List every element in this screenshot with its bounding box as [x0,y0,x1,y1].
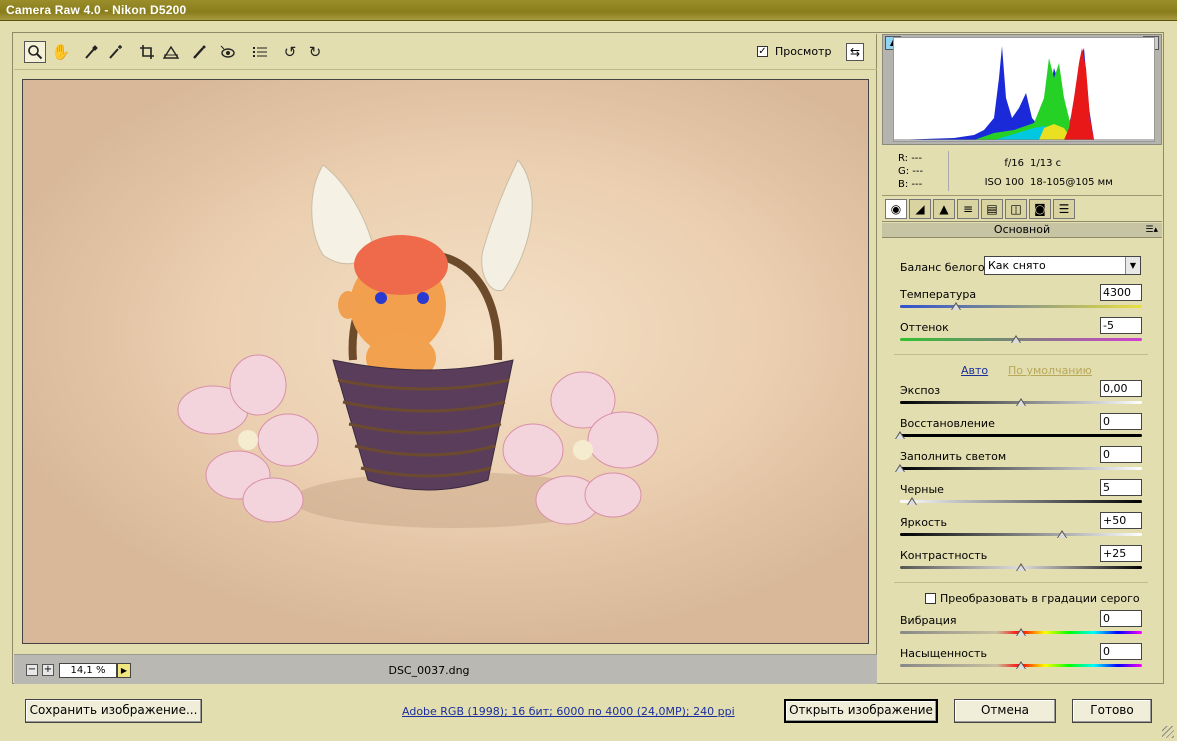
recovery-slider[interactable] [900,434,1142,437]
brightness-slider[interactable] [900,533,1142,536]
zoom-icon[interactable] [24,41,46,63]
filename-label: DSC_0037.dng [388,664,470,677]
resize-grip-icon[interactable] [1162,726,1174,738]
fill-light-thumb[interactable] [895,464,905,472]
saturation-thumb[interactable] [1016,661,1026,669]
contrast-thumb[interactable] [1016,563,1026,571]
rotate-right-icon[interactable]: ↻ [304,41,326,63]
toolbar: ✋ ↺ ↻ ✓ Просмотр ⇆ [14,34,877,70]
default-link[interactable]: По умолчанию [1008,364,1092,377]
preview-status-bar: − + 14,1 % ▶ DSC_0037.dng [14,654,877,684]
vibrance-thumb[interactable] [1016,628,1026,636]
tint-input[interactable]: -5 [1100,317,1142,334]
recovery-thumb[interactable] [895,431,905,439]
grayscale-label: Преобразовать в градации серого [940,592,1140,605]
blacks-slider[interactable] [900,500,1142,503]
photo-image [23,80,868,643]
temperature-thumb[interactable] [950,302,961,310]
fill-light-slider[interactable] [900,467,1142,470]
blacks-thumb[interactable] [907,497,918,505]
straighten-icon[interactable] [160,41,182,63]
basic-panel: Баланс белого: Как снято ▼ Температура 4… [882,34,1162,684]
done-button[interactable]: Готово [1072,699,1152,723]
white-balance-select[interactable]: Как снято ▼ [984,256,1141,275]
red-eye-icon[interactable] [216,41,238,63]
brightness-thumb[interactable] [1057,530,1068,538]
saturation-input[interactable]: 0 [1100,643,1142,660]
white-balance-icon[interactable] [80,41,102,63]
title-bar: Camera Raw 4.0 - Nikon D5200 [0,0,1177,21]
preferences-icon[interactable] [249,41,271,63]
cancel-button[interactable]: Отмена [954,699,1056,723]
chevron-down-icon: ▼ [1125,257,1140,274]
fullscreen-icon[interactable]: ⇆ [846,43,864,61]
vibrance-input[interactable]: 0 [1100,610,1142,627]
crop-icon[interactable] [136,41,158,63]
recovery-input[interactable]: 0 [1100,413,1142,430]
image-preview[interactable] [22,79,869,644]
window-title: Camera Raw 4.0 - Nikon D5200 [6,3,187,17]
open-image-button[interactable]: Открыть изображение [784,699,938,723]
exposure-input[interactable]: 0,00 [1100,380,1142,397]
blacks-input[interactable]: 5 [1100,479,1142,496]
tint-thumb[interactable] [1011,335,1022,343]
auto-link[interactable]: Авто [961,364,988,377]
exposure-thumb[interactable] [1016,398,1026,406]
brightness-input[interactable]: +50 [1100,512,1142,529]
contrast-input[interactable]: +25 [1100,545,1142,562]
photo-drawing [177,159,659,528]
save-image-button[interactable]: Сохранить изображение... [25,699,202,723]
temperature-slider[interactable] [900,305,1142,308]
divider [894,354,1148,355]
grayscale-checkbox[interactable] [925,593,936,604]
preview-label: Просмотр [775,45,832,58]
preview-checkbox[interactable]: ✓ [757,46,768,57]
rotate-left-icon[interactable]: ↺ [279,41,301,63]
divider [894,582,1148,583]
fill-light-input[interactable]: 0 [1100,446,1142,463]
workflow-options-link[interactable]: Adobe RGB (1998); 16 бит; 6000 по 4000 (… [402,705,735,718]
temperature-input[interactable]: 4300 [1100,284,1142,301]
retouch-icon[interactable] [188,41,210,63]
white-balance-label: Баланс белого: [900,261,989,274]
color-sampler-icon[interactable] [104,41,126,63]
hand-icon[interactable]: ✋ [50,41,72,63]
preview-pane: ✋ ↺ ↻ ✓ Просмотр ⇆ − + 14,1 % ▶ DSC_0037… [14,34,877,684]
